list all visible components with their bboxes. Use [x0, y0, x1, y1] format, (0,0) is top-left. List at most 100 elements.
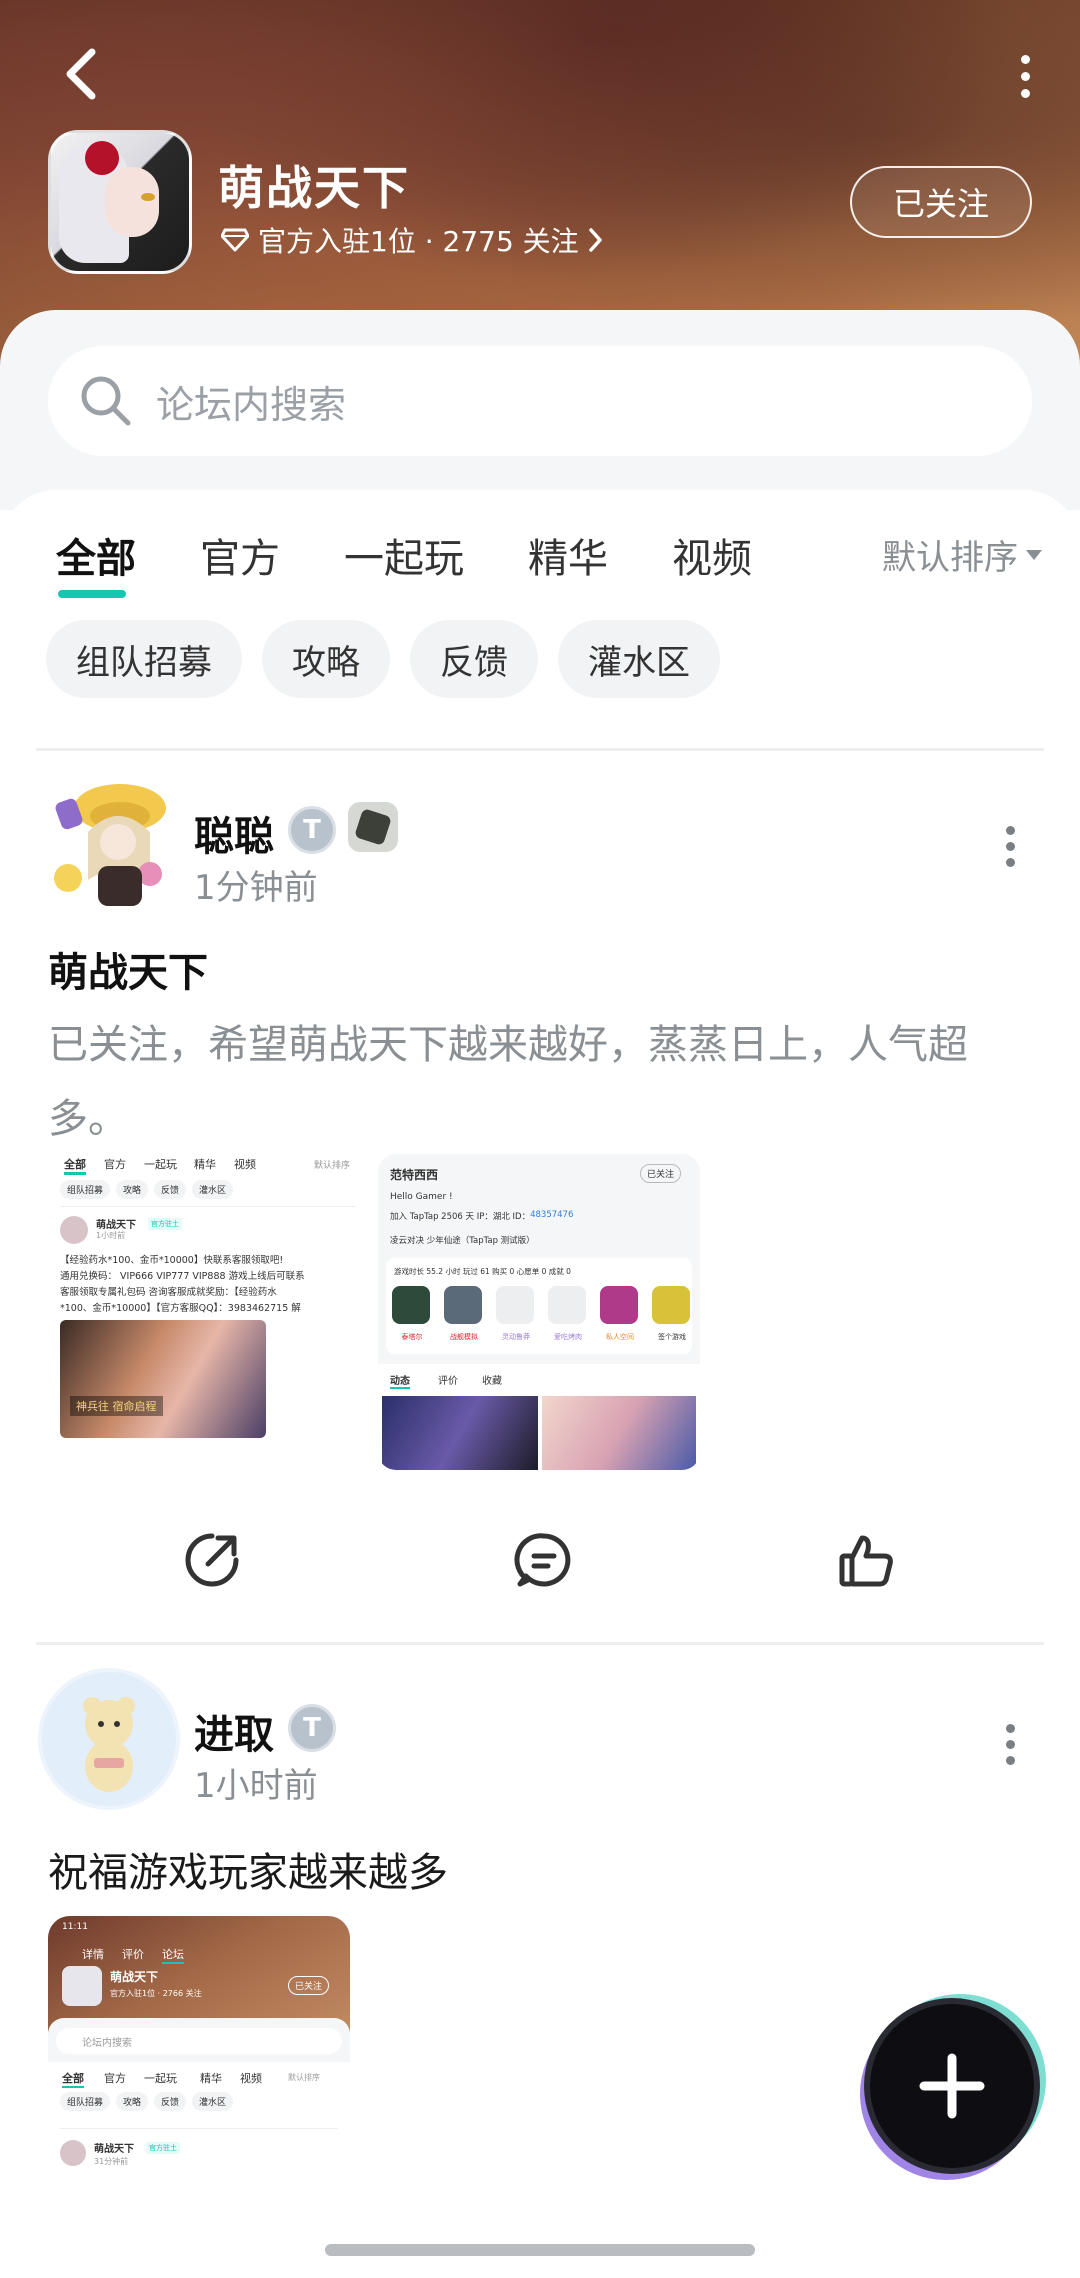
forum-tabs: 全部 官方 一起玩 精华 视频 [56, 526, 816, 598]
mini-title: 萌战天下 [110, 1970, 159, 1984]
mini-line: 通用兑换码： VIP666 VIP777 VIP888 游戏上线后可联系 [60, 1271, 305, 1282]
mini-sort: 默认排序 [314, 1161, 351, 1171]
sort-dropdown[interactable]: 默认排序 [882, 530, 1042, 579]
category-chips: 组队招募 攻略 反馈 灌水区 [46, 620, 720, 698]
mini-info-prefix: 加入 TapTap 2506 天 IP：湖北 ID： [390, 1212, 531, 1222]
mini-chips: 组队招募 攻略 反馈 灌水区 [60, 1180, 234, 1199]
chip-feedback[interactable]: 反馈 [410, 620, 538, 698]
divider [36, 748, 1044, 751]
like-icon[interactable] [836, 1530, 896, 1590]
mini-chip: 组队招募 [60, 1180, 111, 1199]
share-icon[interactable] [182, 1530, 242, 1590]
mini-banner-image: 神兵往 宿命启程 [60, 1320, 266, 1438]
mini-icon-label: 战舰模拟 [450, 1333, 478, 1341]
tab-featured[interactable]: 精华 [528, 526, 608, 584]
chip-guide[interactable]: 攻略 [262, 620, 390, 698]
post-title[interactable]: 祝福游戏玩家越来越多 [48, 1840, 448, 1898]
forum-meta-text: 官方入驻1位 · 2775 关注 [258, 225, 579, 258]
forum-meta[interactable]: 官方入驻1位 · 2775 关注 [220, 220, 603, 260]
post-actions [0, 1530, 1080, 1620]
mini-avatar [60, 1216, 88, 1244]
mini-feed: 动态 评价 收藏 [378, 1364, 700, 1470]
divider [36, 1642, 1044, 1645]
chip-chat[interactable]: 灌水区 [558, 620, 720, 698]
more-vertical-icon[interactable] [1010, 48, 1040, 104]
post-body[interactable]: 已关注，希望萌战天下越来越好，蒸蒸日上，人气超多。 [48, 1008, 1038, 1156]
mini-icon-label: 泰塔尔 [401, 1333, 423, 1341]
mini-line: *100、金币*10000】【官方客服QQ】：3983462715 解 [60, 1303, 301, 1314]
mini-icon-label: 灵动鲁莽 [502, 1333, 530, 1341]
follow-button[interactable]: 已关注 [850, 166, 1032, 238]
forum-title: 萌战天下 [218, 161, 410, 215]
mini-avatar [60, 2140, 86, 2166]
mini-search: 论坛内搜索 [56, 2028, 342, 2054]
post-image[interactable]: 11:11 详情 评价 论坛 萌战天下 官方入驻1位 · 2766 关注 已关注… [48, 1916, 350, 2206]
search-placeholder: 论坛内搜索 [156, 382, 347, 427]
mini-tab: 论坛 [162, 1946, 184, 1964]
mini-search-text: 论坛内搜索 [82, 2038, 132, 2049]
mini-tab: 官方 [104, 2072, 126, 2085]
tab-all[interactable]: 全部 [56, 526, 136, 598]
mini-chips: 组队招募 攻略 反馈 灌水区 [60, 2092, 234, 2111]
mini-tab: 视频 [240, 2072, 262, 2085]
sort-label: 默认排序 [882, 538, 1018, 578]
mini-tab: 一起玩 [144, 1158, 177, 1171]
mini-chip: 灌水区 [192, 2092, 234, 2111]
plus-icon [919, 2053, 985, 2119]
mini-tab: 官方 [104, 1158, 126, 1171]
mini-sort: 默认排序 [288, 2073, 320, 2082]
verified-badge-icon: T [288, 806, 336, 854]
mini-icon-label: 爱吃烤肉 [554, 1333, 582, 1341]
mini-tab: 评价 [122, 1948, 144, 1961]
mini-line: 【经验药水*100、金币*10000】快联系客服领取吧! [60, 1255, 284, 1266]
mini-tab: 一起玩 [144, 2072, 177, 2085]
post-image[interactable]: 范特西西 已关注 Hello Gamer ! 加入 TapTap 2506 天 … [378, 1154, 700, 1470]
post-image[interactable]: 全部 官方 一起玩 精华 视频 默认排序 组队招募 攻略 反馈 灌水区 萌战天下… [46, 1150, 366, 1470]
mini-time: 1小时前 [96, 1231, 126, 1240]
mini-info: 加入 TapTap 2506 天 IP：湖北 ID： 48357476 [390, 1210, 573, 1222]
avatar[interactable] [38, 1668, 180, 1810]
mini-follow: 已关注 [640, 1164, 682, 1183]
post-title[interactable]: 萌战天下 [48, 940, 208, 998]
post-time: 1小时前 [194, 1766, 318, 1806]
mini-time: 31分钟前 [94, 2157, 129, 2166]
author-name[interactable]: 聪聪 [194, 804, 274, 862]
post-more-icon[interactable] [1000, 1724, 1020, 1765]
post-card[interactable]: 聪聪 T 1分钟前 萌战天下 已关注，希望萌战天下越来越好，蒸蒸日上，人气超多。… [0, 770, 1080, 1587]
mini-game-icons: 泰塔尔 战舰模拟 灵动鲁莽 爱吃烤肉 私人空间 签个游戏 [392, 1286, 692, 1343]
forum-main: 全部 官方 一起玩 精华 视频 默认排序 组队招募 攻略 反馈 灌水区 聪聪 T… [0, 490, 1080, 2278]
tab-official[interactable]: 官方 [200, 526, 280, 584]
mini-chip: 灌水区 [192, 1180, 234, 1199]
mini-tab: 视频 [234, 1158, 256, 1171]
home-indicator [325, 2244, 755, 2256]
mini-content: 全部 官方 一起玩 精华 视频 默认排序 组队招募 攻略 反馈 灌水区 萌战天下… [48, 2062, 350, 2206]
mini-info-id: 48357476 [530, 1210, 574, 1220]
comment-icon[interactable] [514, 1530, 574, 1590]
search-input[interactable]: 论坛内搜索 [48, 346, 1032, 456]
mini-icon-label: 私人空间 [606, 1333, 634, 1341]
mini-chip: 反馈 [154, 1180, 187, 1199]
mini-divider [60, 1206, 356, 1207]
game-icon [48, 130, 192, 274]
author-name[interactable]: 进取 [194, 1702, 274, 1760]
mini-author: 萌战天下 [94, 2144, 134, 2155]
mini-feed-image [542, 1396, 696, 1470]
mini-tab: 全部 [64, 1156, 86, 1175]
mini-stats-card: 游戏时长 55.2 小时 玩过 61 购买 0 心愿单 0 成就 0 泰塔尔 战… [386, 1258, 692, 1354]
back-button[interactable] [52, 44, 112, 104]
post-card[interactable]: 进取 T 1小时前 祝福游戏玩家越来越多 11:11 详情 评价 论坛 萌战天下… [0, 1668, 1080, 2278]
avatar[interactable] [38, 770, 180, 912]
mini-clock: 11:11 [62, 1922, 88, 1932]
back-arrow-icon [66, 48, 96, 100]
post-more-icon[interactable] [1000, 826, 1020, 867]
tab-play-together[interactable]: 一起玩 [344, 526, 464, 584]
chip-team-recruit[interactable]: 组队招募 [46, 620, 242, 698]
mini-stats: 游戏时长 55.2 小时 玩过 61 购买 0 心愿单 0 成就 0 [394, 1267, 571, 1276]
mini-tab: 详情 [82, 1948, 104, 1961]
mini-chip: 攻略 [116, 2092, 149, 2111]
tab-video[interactable]: 视频 [672, 526, 752, 584]
mini-game-icon [62, 1966, 102, 2006]
mini-divider [60, 2128, 338, 2129]
create-post-button[interactable] [870, 2004, 1034, 2168]
mini-icon-label: 签个游戏 [658, 1333, 686, 1341]
